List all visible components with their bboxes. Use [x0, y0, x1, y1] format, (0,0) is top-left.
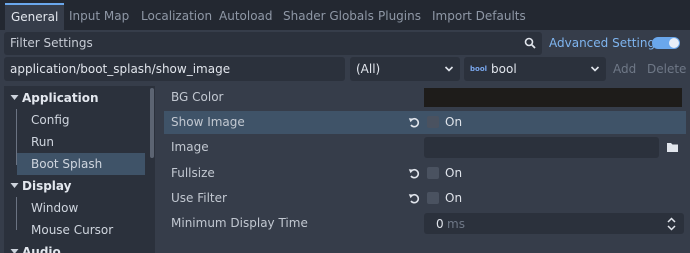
checkbox[interactable]	[427, 116, 439, 128]
tree-item-run[interactable]: Run	[4, 131, 146, 153]
checkbox[interactable]	[427, 167, 439, 179]
setting-row-use-filter: Use Filter On	[164, 187, 686, 210]
tree-item-label: Mouse Cursor	[31, 223, 114, 237]
tab-shader-globals[interactable]: Shader Globals	[277, 3, 380, 30]
chevron-down-icon	[590, 66, 600, 72]
setting-label: Use Filter	[171, 191, 227, 205]
setting-label: Image	[171, 140, 209, 154]
collapse-arrow-icon	[10, 249, 19, 253]
color-picker-button[interactable]	[424, 88, 682, 107]
setting-row-fullsize: Fullsize On	[164, 162, 686, 185]
setting-row-minimum-display-time: Minimum Display Time 0 ms	[164, 212, 686, 235]
advanced-settings-label: Advanced Settings	[549, 36, 662, 50]
tab-general[interactable]: General	[5, 3, 65, 30]
revert-icon[interactable]	[408, 116, 421, 129]
setting-row-show-image: Show Image On	[164, 111, 686, 134]
add-button[interactable]: Add	[613, 57, 636, 81]
revert-icon[interactable]	[408, 167, 421, 180]
tree-scrollbar[interactable]	[150, 88, 154, 158]
bool-type-icon: bool	[470, 65, 488, 73]
tree-item-label: Boot Splash	[31, 157, 103, 171]
settings-category-tree: Application Config Run Boot Splash Displ…	[4, 86, 155, 253]
type-select-value: bool	[491, 62, 517, 76]
setting-label: Fullsize	[171, 166, 215, 180]
setting-row-image: Image	[164, 136, 686, 159]
tab-input-map[interactable]: Input Map	[63, 3, 135, 30]
tree-item-label: Run	[31, 135, 55, 149]
setting-label: BG Color	[171, 90, 224, 104]
search-icon	[524, 37, 536, 49]
tree-category-label: Application	[22, 91, 99, 105]
checkbox-label: On	[445, 115, 463, 129]
tree-category-label: Display	[22, 179, 72, 193]
tree-item-boot-splash[interactable]: Boot Splash	[17, 153, 145, 175]
type-select[interactable]: bool bool	[464, 57, 606, 81]
tree-item-label: Window	[31, 201, 79, 215]
tree-item-label: Config	[31, 113, 70, 127]
setting-label: Show Image	[171, 115, 245, 129]
checkbox-label: On	[445, 166, 463, 180]
resource-picker[interactable]	[424, 137, 659, 158]
filter-settings-input[interactable]: Filter Settings	[4, 32, 542, 55]
collapse-arrow-icon	[10, 183, 19, 188]
tree-item-window[interactable]: Window	[4, 197, 146, 219]
tab-plugins[interactable]: Plugins	[372, 3, 427, 30]
feature-select-value: (All)	[356, 62, 381, 76]
chevron-down-icon	[444, 66, 454, 72]
property-path-value: application/boot_splash/show_image	[10, 62, 231, 76]
tab-import-defaults[interactable]: Import Defaults	[426, 3, 532, 30]
checkbox-label: On	[445, 191, 463, 205]
tab-localization[interactable]: Localization	[135, 3, 218, 30]
tab-autoload[interactable]: Autoload	[213, 3, 279, 30]
tree-category-display[interactable]: Display	[4, 175, 146, 197]
number-unit: ms	[447, 217, 465, 231]
spinner-arrows-icon[interactable]	[667, 217, 676, 231]
advanced-settings-toggle[interactable]	[652, 37, 680, 49]
tab-bar: General Input Map Localization Autoload …	[0, 0, 690, 30]
filter-placeholder: Filter Settings	[10, 36, 93, 50]
tree-category-application[interactable]: Application	[4, 87, 146, 109]
tree-item-config[interactable]: Config	[4, 109, 146, 131]
property-path-input[interactable]: application/boot_splash/show_image	[4, 57, 345, 81]
tree-category-audio[interactable]: Audio	[4, 241, 146, 253]
setting-label: Minimum Display Time	[171, 216, 308, 230]
folder-icon[interactable]	[661, 137, 684, 158]
number-spinbox[interactable]: 0 ms	[424, 213, 684, 234]
delete-button[interactable]: Delete	[647, 57, 686, 81]
tree-category-label: Audio	[22, 245, 61, 253]
checkbox[interactable]	[427, 192, 439, 204]
collapse-arrow-icon	[10, 95, 19, 100]
setting-row-bg-color: BG Color	[164, 86, 686, 109]
tree-item-mouse-cursor[interactable]: Mouse Cursor	[4, 219, 146, 241]
number-value: 0	[436, 217, 444, 231]
feature-select[interactable]: (All)	[350, 57, 460, 81]
revert-icon[interactable]	[408, 192, 421, 205]
